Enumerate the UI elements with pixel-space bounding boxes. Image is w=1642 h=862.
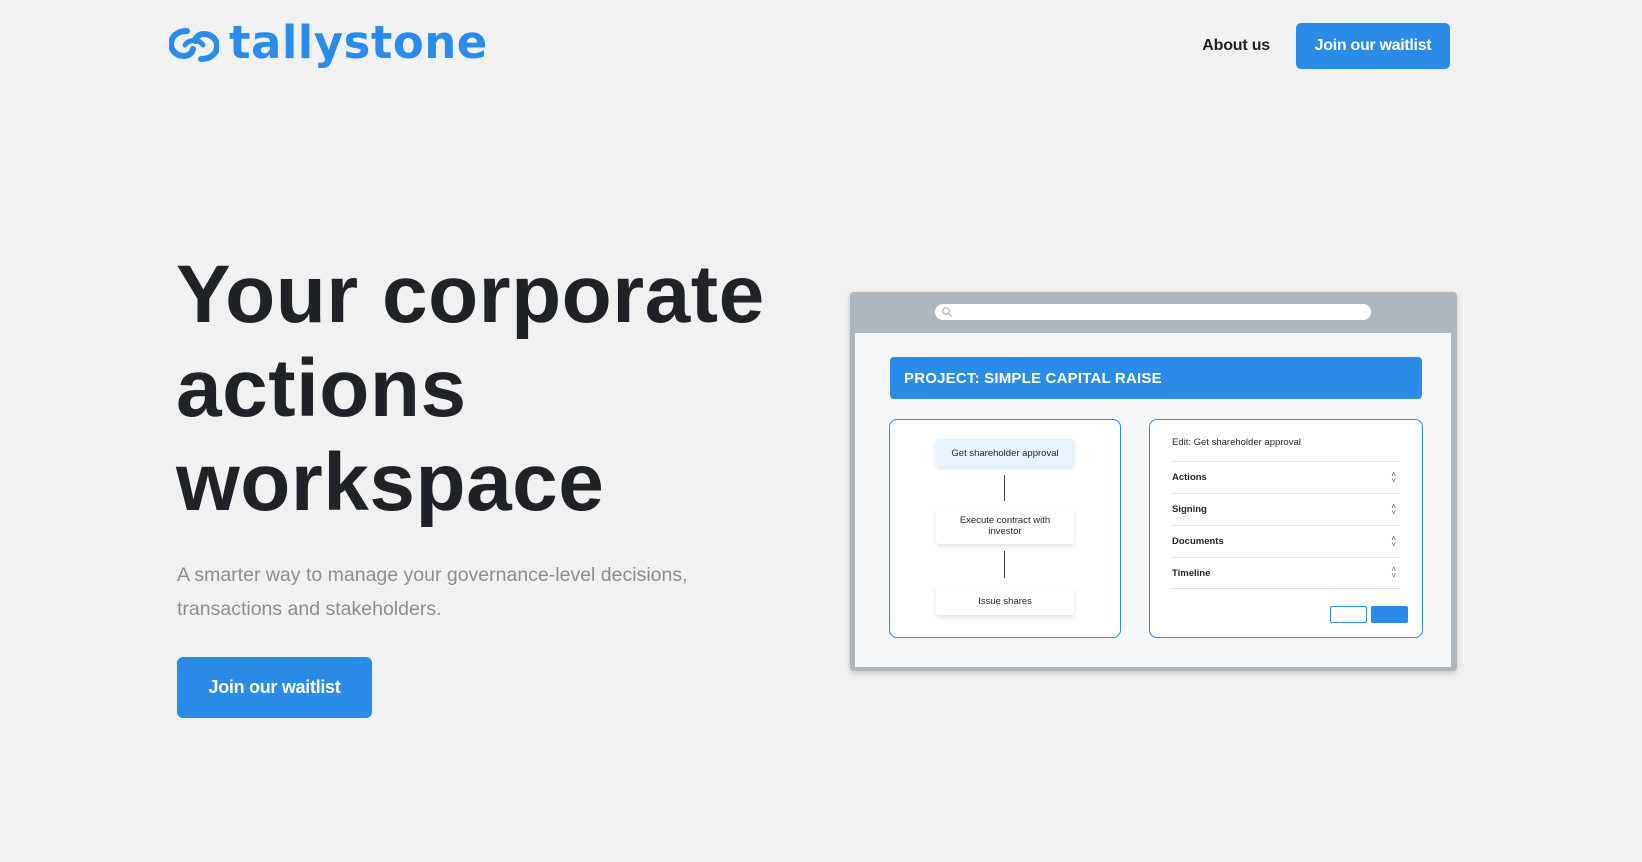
edit-row-label: Actions: [1172, 472, 1207, 483]
edit-step-title: Edit: Get shareholder approval: [1172, 437, 1301, 448]
hero-title-line: Your corporate: [176, 249, 765, 340]
chevron-up-down-icon: ˄ ˅: [1391, 533, 1396, 549]
edit-row-actions: Actions ˄ ˅: [1172, 461, 1400, 493]
top-nav: About us Join our waitlist: [1202, 23, 1450, 69]
workflow-card: Get shareholder approval Execute contrac…: [889, 419, 1121, 638]
edit-row-timeline: Timeline ˄ ˅: [1172, 557, 1400, 589]
flow-connector: [1004, 551, 1005, 578]
logo[interactable]: tallystone: [169, 15, 488, 69]
mockup-secondary-button: [1330, 606, 1367, 623]
edit-row-documents: Documents ˄ ˅: [1172, 525, 1400, 557]
logo-wordmark: tallystone: [229, 15, 488, 69]
chevron-up-down-icon: ˄ ˅: [1391, 501, 1396, 517]
mockup-primary-button: [1371, 606, 1408, 623]
hero-title-line: actions: [176, 343, 467, 434]
flow-step: Execute contract with investor: [936, 508, 1074, 544]
hero-join-waitlist-button[interactable]: Join our waitlist: [177, 657, 372, 718]
hero-title-line: workspace: [176, 437, 605, 528]
product-mockup-window: PROJECT: SIMPLE CAPITAL RAISE Get shareh…: [850, 292, 1457, 671]
edit-row-signing: Signing ˄ ˅: [1172, 493, 1400, 525]
edit-row-label: Timeline: [1172, 567, 1211, 579]
hero-title: Your corporate actions workspace: [176, 248, 776, 530]
search-icon: [942, 307, 952, 317]
tallystone-logo-icon: [169, 28, 219, 62]
hero-subtitle: A smarter way to manage your governance-…: [177, 558, 737, 626]
hero-subtitle-line: transactions and stakeholders.: [177, 598, 442, 620]
flow-connector: [1004, 475, 1005, 501]
project-title-bar: PROJECT: SIMPLE CAPITAL RAISE: [890, 357, 1422, 399]
nav-join-waitlist-button[interactable]: Join our waitlist: [1296, 23, 1450, 69]
edit-step-card: Edit: Get shareholder approval Actions ˄…: [1149, 419, 1423, 638]
edit-row-label: Signing: [1172, 504, 1207, 515]
mockup-address-bar: [935, 304, 1371, 320]
flow-step: Issue shares: [936, 587, 1074, 615]
chevron-up-down-icon: ˄ ˅: [1391, 469, 1396, 485]
mockup-content: PROJECT: SIMPLE CAPITAL RAISE Get shareh…: [855, 333, 1451, 667]
flow-step: Get shareholder approval: [936, 439, 1074, 467]
chevron-up-down-icon: ˄ ˅: [1391, 565, 1396, 580]
hero-subtitle-line: A smarter way to manage your governance-…: [177, 564, 688, 586]
nav-about-link[interactable]: About us: [1202, 37, 1270, 55]
edit-row-label: Documents: [1172, 536, 1224, 547]
